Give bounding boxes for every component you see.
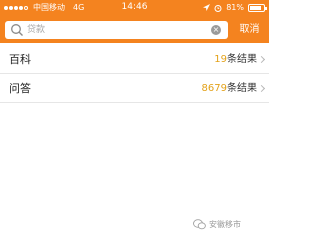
search-query-text: 贷款: [27, 25, 46, 35]
search-input[interactable]: 贷款 ×: [5, 21, 228, 39]
top-header: 中国移动 4G 14:46 81% 贷款 × 取消: [0, 0, 269, 43]
result-count: 8679: [201, 83, 227, 94]
status-bar: 中国移动 4G 14:46 81%: [0, 0, 269, 15]
result-category-label: 问答: [9, 82, 31, 95]
location-icon: [203, 3, 211, 11]
clear-icon[interactable]: ×: [211, 25, 221, 35]
battery-level: [250, 5, 261, 10]
watermark-text: 安徽移市: [209, 220, 241, 229]
result-category-label: 百科: [9, 53, 31, 66]
watermark: 安徽移市: [193, 219, 241, 230]
result-count-suffix: 条结果: [227, 83, 257, 94]
chevron-right-icon: [257, 84, 266, 93]
result-count: 19: [214, 54, 227, 65]
search-icon: [11, 24, 23, 36]
result-count-text: 8679条结果: [202, 74, 257, 103]
result-count-suffix: 条结果: [227, 54, 257, 65]
alarm-icon: [214, 4, 222, 12]
status-right: 81%: [203, 0, 267, 15]
results-list: 百科 19条结果 问答 8679条结果: [0, 45, 269, 103]
cancel-button[interactable]: 取消: [232, 21, 267, 39]
battery-percent: 81%: [226, 3, 244, 12]
result-row-encyclopedia[interactable]: 百科 19条结果: [0, 45, 269, 74]
result-count-text: 19条结果: [214, 45, 257, 74]
chevron-right-icon: [257, 55, 266, 64]
result-row-qa[interactable]: 问答 8679条结果: [0, 74, 269, 103]
battery-icon: [248, 3, 267, 12]
wechat-icon: [193, 219, 206, 230]
